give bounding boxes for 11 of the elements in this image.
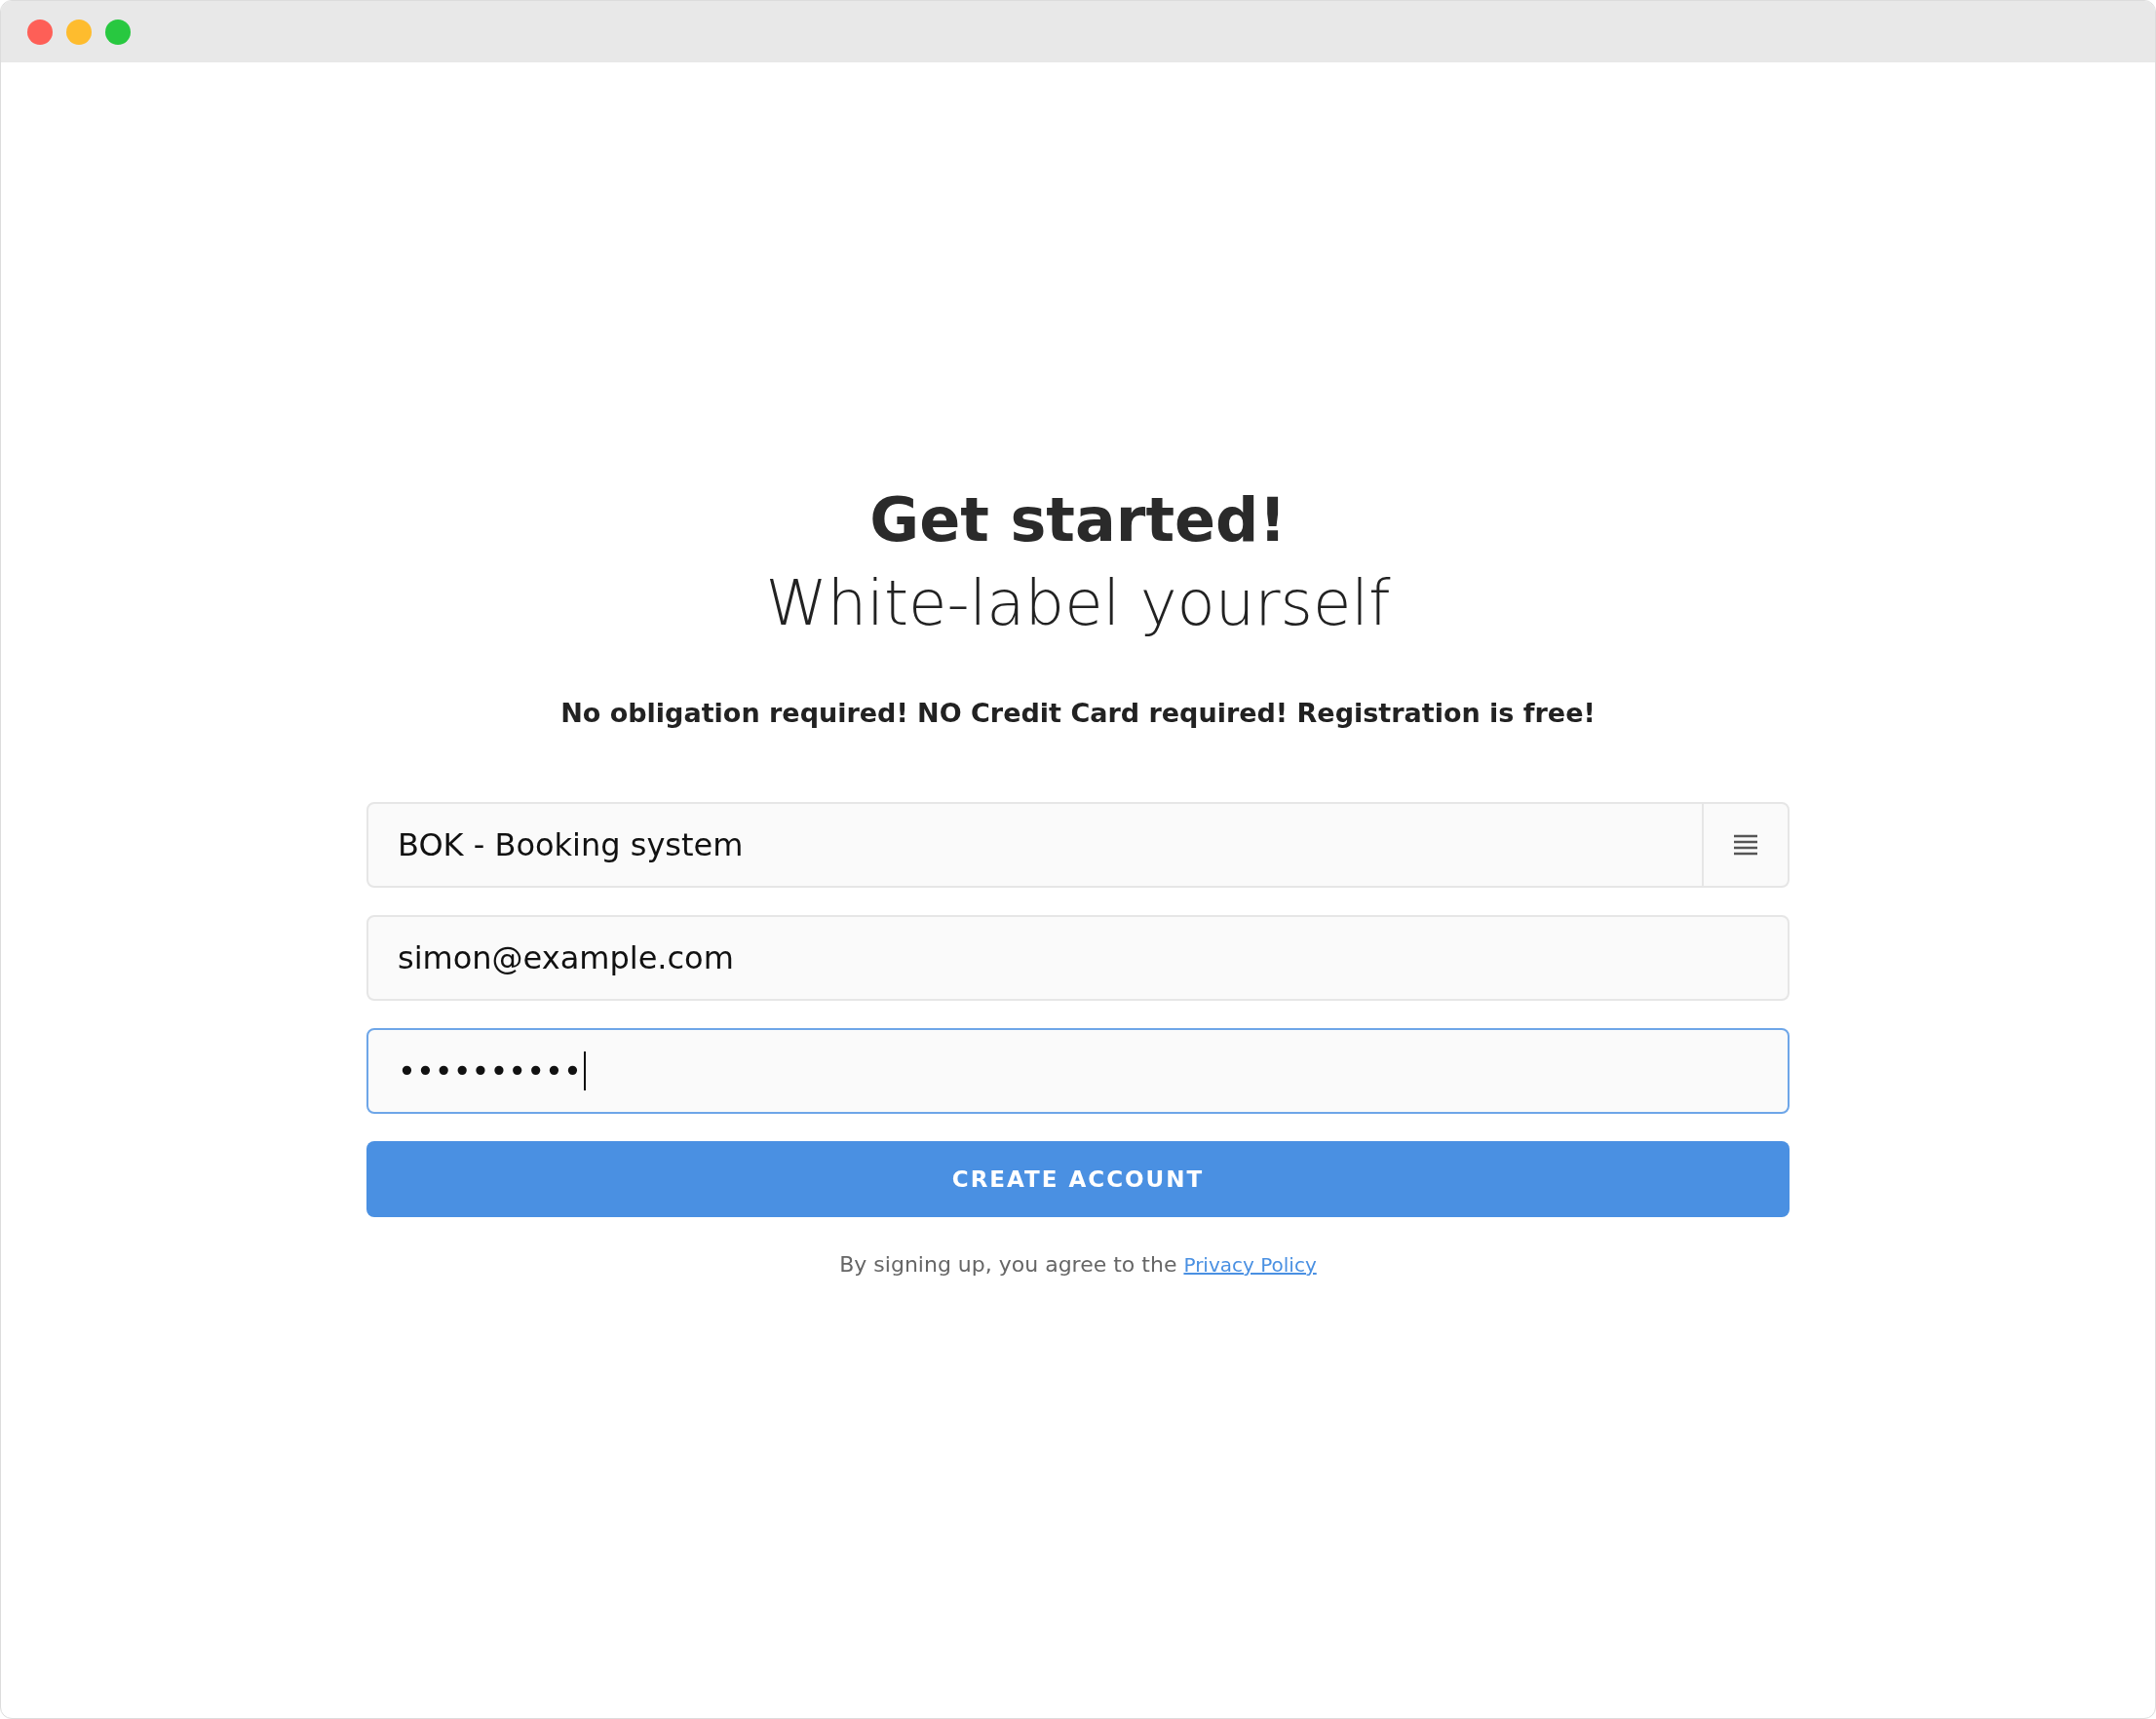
select-field[interactable]: BOK - Booking system bbox=[366, 802, 1790, 888]
consent-text: By signing up, you agree to the bbox=[839, 1252, 1177, 1277]
email-field[interactable]: simon@example.com bbox=[366, 915, 1790, 1001]
password-field[interactable]: •••••••••• bbox=[366, 1028, 1790, 1114]
heading: Get started! bbox=[869, 483, 1287, 557]
notice-text: No obligation required! NO Credit Card required! Registration is free! bbox=[560, 698, 1596, 728]
close-button[interactable] bbox=[27, 19, 53, 45]
subheading: White-label yourself bbox=[765, 566, 1391, 641]
menu-icon bbox=[1733, 834, 1758, 856]
minimize-button[interactable] bbox=[66, 19, 92, 45]
maximize-button[interactable] bbox=[105, 19, 131, 45]
